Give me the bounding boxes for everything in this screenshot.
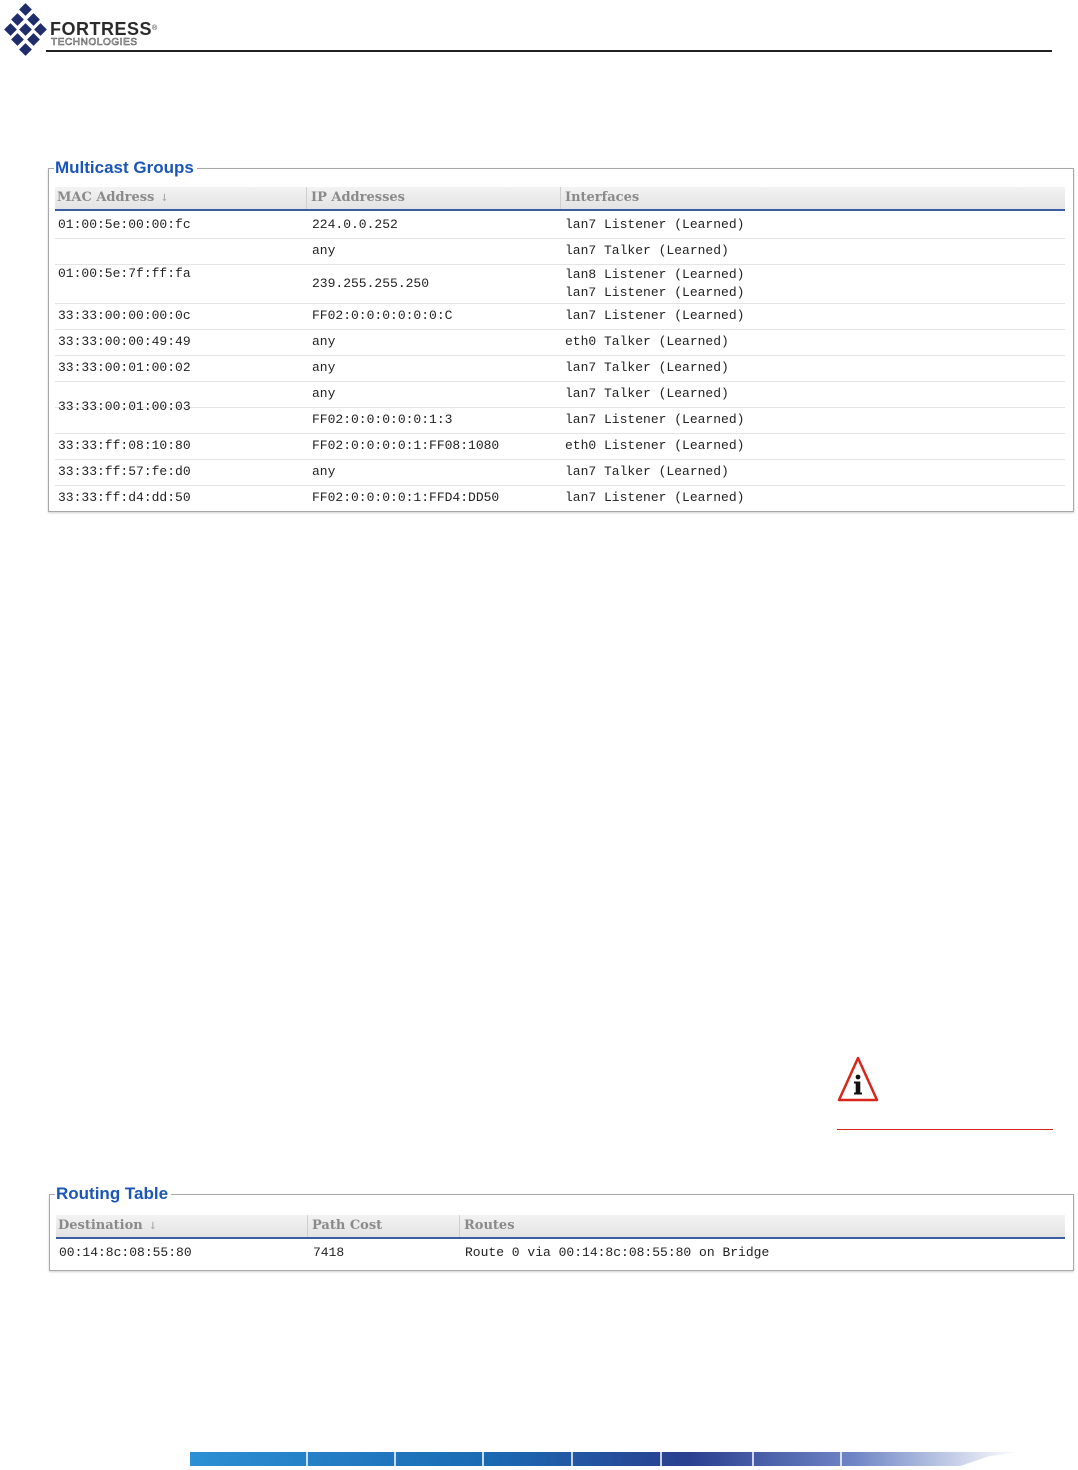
ip-cell: FF02:0:0:0:0:1:FFD4:DD50 bbox=[312, 490, 500, 505]
destination-cell: 00:14:8c:08:55:80 bbox=[59, 1245, 192, 1260]
interface-cell: lan7 Listener (Learned) bbox=[565, 412, 745, 427]
table-row[interactable]: 33:33:ff:d4:dd:50 FF02:0:0:0:0:1:FFD4:DD… bbox=[55, 486, 1065, 511]
brand-subtitle: TECHNOLOGIES bbox=[51, 37, 138, 48]
interface-cell: eth0 Listener (Learned) bbox=[565, 438, 745, 453]
routes-cell: Route 0 via 00:14:8c:08:55:80 on Bridge bbox=[465, 1245, 770, 1260]
table-row[interactable]: any lan7 Talker (Learned) bbox=[55, 382, 1065, 408]
mac-cell: 01:00:5e:00:00:fc bbox=[58, 217, 191, 232]
interface-cell: lan7 Talker (Learned) bbox=[565, 243, 729, 258]
note-rule bbox=[837, 1129, 1053, 1130]
diamond-grid-logo-icon bbox=[4, 3, 47, 56]
interface-cell: eth0 Talker (Learned) bbox=[565, 334, 729, 349]
ip-cell: any bbox=[312, 386, 336, 401]
table-row[interactable]: 33:33:00:00:49:49 any eth0 Talker (Learn… bbox=[55, 330, 1065, 356]
mac-cell: 33:33:ff:57:fe:d0 bbox=[58, 464, 191, 479]
fortress-logo: FORTRESS® TECHNOLOGIES bbox=[4, 3, 174, 61]
column-header-mac-address[interactable]: MAC Address ↓ bbox=[55, 187, 307, 209]
mac-cell: 33:33:ff:d4:dd:50 bbox=[58, 490, 191, 505]
ip-cell: FF02:0:0:0:0:0:0:C bbox=[312, 308, 453, 323]
panel-title: Multicast Groups bbox=[54, 159, 197, 177]
brand-name: FORTRESS® bbox=[50, 19, 158, 39]
ip-cell: any bbox=[312, 360, 336, 375]
table-row[interactable]: any lan7 Talker (Learned) bbox=[55, 239, 1065, 265]
routing-table-panel: Routing Table Destination ↓ Path Cost Rou… bbox=[49, 1185, 1074, 1271]
grid-header: MAC Address ↓ IP Addresses Interfaces bbox=[55, 187, 1065, 211]
panel-title: Routing Table bbox=[55, 1185, 172, 1203]
warning-info-icon bbox=[837, 1056, 879, 1102]
mac-cell: 33:33:00:00:49:49 bbox=[58, 334, 191, 349]
path-cost-cell: 7418 bbox=[313, 1245, 345, 1260]
mac-cell: 33:33:00:00:00:0c bbox=[58, 308, 191, 323]
footer-color-bar bbox=[190, 1450, 1020, 1468]
interface-cell: lan7 Talker (Learned) bbox=[565, 464, 729, 479]
ip-cell: FF02:0:0:0:0:1:FF08:1080 bbox=[312, 438, 500, 453]
column-header-ip-addresses[interactable]: IP Addresses bbox=[309, 187, 561, 209]
table-row[interactable]: 33:33:00:00:00:0c FF02:0:0:0:0:0:0:C lan… bbox=[55, 304, 1065, 330]
multicast-groups-grid: MAC Address ↓ IP Addresses Interfaces 01:… bbox=[55, 187, 1065, 505]
interface-cell: lan7 Listener (Learned) bbox=[565, 217, 745, 232]
ip-cell: any bbox=[312, 243, 336, 258]
sort-down-icon: ↓ bbox=[160, 193, 169, 204]
ip-cell: FF02:0:0:0:0:0:1:3 bbox=[312, 412, 453, 427]
ip-cell: any bbox=[312, 464, 336, 479]
table-row[interactable]: 33:33:00:01:00:02 any lan7 Talker (Learn… bbox=[55, 356, 1065, 382]
sort-down-icon: ↓ bbox=[148, 1221, 158, 1232]
ip-cell: any bbox=[312, 334, 336, 349]
ip-cell: 239.255.255.250 bbox=[312, 276, 430, 291]
header-rule bbox=[46, 50, 1052, 52]
multicast-groups-panel: Multicast Groups MAC Address ↓ IP Address… bbox=[48, 159, 1074, 512]
column-header-path-cost[interactable]: Path Cost bbox=[310, 1215, 460, 1237]
table-row[interactable]: 239.255.255.250 lan8 Listener (Learned) … bbox=[55, 265, 1065, 304]
table-row[interactable]: 33:33:ff:08:10:80 FF02:0:0:0:0:1:FF08:10… bbox=[55, 434, 1065, 460]
table-row[interactable]: FF02:0:0:0:0:0:1:3 lan7 Listener (Learne… bbox=[55, 408, 1065, 434]
table-row[interactable]: 01:00:5e:00:00:fc 224.0.0.252 lan7 Liste… bbox=[55, 213, 1065, 239]
ip-cell: 224.0.0.252 bbox=[312, 217, 398, 232]
column-header-routes[interactable]: Routes bbox=[462, 1215, 1066, 1237]
mac-cell: 33:33:ff:08:10:80 bbox=[58, 438, 191, 453]
table-row[interactable]: 00:14:8c:08:55:80 7418 Route 0 via 00:14… bbox=[56, 1241, 1065, 1266]
interface-cell: lan7 Listener (Learned) bbox=[565, 308, 745, 323]
table-row[interactable]: 33:33:ff:57:fe:d0 any lan7 Talker (Learn… bbox=[55, 460, 1065, 486]
interface-cell: lan7 Listener (Learned) bbox=[565, 490, 745, 505]
column-header-destination[interactable]: Destination ↓ bbox=[56, 1215, 308, 1237]
interface-cell: lan7 Talker (Learned) bbox=[565, 360, 729, 375]
column-header-interfaces[interactable]: Interfaces bbox=[563, 187, 1065, 209]
interface-cell: lan8 Listener (Learned) lan7 Listener (L… bbox=[565, 267, 745, 300]
routing-table-grid: Destination ↓ Path Cost Routes 00:14:8c:0… bbox=[56, 1215, 1065, 1260]
interface-cell: lan7 Talker (Learned) bbox=[565, 386, 729, 401]
grid-header: Destination ↓ Path Cost Routes bbox=[56, 1215, 1065, 1239]
mac-cell: 33:33:00:01:00:02 bbox=[58, 360, 191, 375]
